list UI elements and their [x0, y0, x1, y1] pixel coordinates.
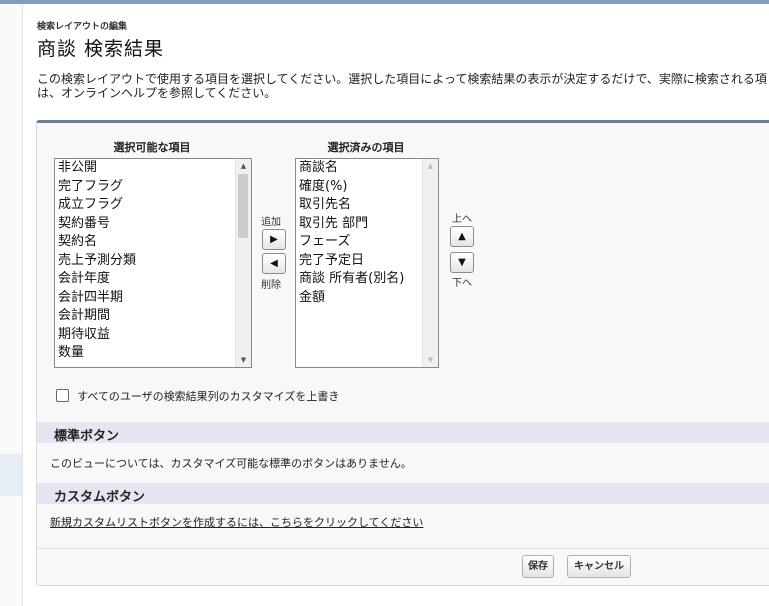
save-button[interactable]: 保存 [522, 555, 554, 578]
cancel-button[interactable]: キャンセル [567, 555, 631, 578]
override-checkbox[interactable] [56, 389, 69, 402]
available-fields-heading: 選択可能な項目 [113, 141, 191, 154]
left-sidebar-highlight [0, 454, 22, 496]
create-custom-button-link[interactable]: 新規カスタムリストボタンを作成するには、こちらをクリックしてください [50, 514, 423, 530]
selected-field-item[interactable]: 取引先 部門 [296, 215, 423, 234]
available-scrollbar[interactable]: ▲ ▼ [235, 159, 251, 367]
selected-field-item[interactable]: 完了予定日 [296, 252, 423, 271]
selected-field-item[interactable]: 商談 所有者(別名) [296, 270, 423, 289]
available-field-item[interactable]: 成立フラグ [55, 196, 236, 215]
selected-field-item[interactable]: 商談名 [296, 159, 423, 178]
move-up-label: 上へ [452, 214, 472, 225]
available-field-item[interactable]: 会計年度 [55, 270, 236, 289]
scroll-thumb[interactable] [238, 174, 248, 238]
page-title: 商談 検索結果 [37, 38, 165, 60]
left-sidebar-strip [0, 4, 23, 606]
selected-field-item[interactable]: 確度(%) [296, 178, 423, 197]
move-down-label: 下へ [452, 278, 472, 289]
available-field-item[interactable]: 完了フラグ [55, 178, 236, 197]
override-checkbox-label: すべてのユーザの検索結果列のカスタマイズを上書き [77, 389, 340, 403]
move-down-button[interactable]: ▼ [450, 252, 474, 273]
standard-buttons-section-header: 標準ボタン [37, 422, 769, 444]
available-field-item[interactable]: 非公開 [55, 159, 236, 178]
standard-buttons-heading: 標準ボタン [54, 429, 120, 444]
move-up-button[interactable]: ▲ [450, 226, 474, 247]
remove-button[interactable]: ◀ [262, 253, 286, 274]
add-button[interactable]: ▶ [262, 229, 286, 250]
arrow-right-icon: ▶ [270, 234, 278, 245]
remove-label: 削除 [261, 280, 281, 291]
selected-fields-heading: 選択済みの項目 [327, 141, 405, 154]
page-description: この検索レイアウトで使用する項目を選択してください。選択した項目によって検索結果… [37, 72, 769, 100]
scroll-down-icon[interactable]: ▼ [236, 353, 251, 367]
arrow-left-icon: ◀ [270, 258, 278, 269]
selected-fields-listbox[interactable]: 商談名 確度(%) 取引先名 取引先 部門 フェーズ 完了予定日 商談 所有者(… [295, 158, 439, 368]
available-field-item[interactable]: 売上予測分類 [55, 252, 236, 271]
top-accent-bar [0, 0, 769, 4]
available-fields-listbox[interactable]: 非公開 完了フラグ 成立フラグ 契約番号 契約名 売上予測分類 会計年度 会計四… [54, 158, 252, 368]
selected-field-item[interactable]: フェーズ [296, 233, 423, 252]
selected-scrollbar[interactable]: ▲ ▼ [422, 159, 438, 367]
custom-buttons-section-header: カスタムボタン [37, 483, 769, 505]
arrow-down-icon: ▼ [458, 257, 466, 268]
override-row: すべてのユーザの検索結果列のカスタマイズを上書き [56, 385, 339, 404]
standard-buttons-text: このビューについては、カスタマイズ可能な標準のボタンはありません。 [50, 457, 412, 470]
page-eyebrow: 検索レイアウトの編集 [37, 22, 128, 32]
selected-field-item[interactable]: 取引先名 [296, 196, 423, 215]
selected-field-item[interactable]: 金額 [296, 289, 423, 308]
custom-buttons-heading: カスタムボタン [54, 490, 146, 505]
available-field-item[interactable]: 期待収益 [55, 326, 236, 345]
available-field-item[interactable]: 会計期間 [55, 307, 236, 326]
arrow-up-icon: ▲ [458, 231, 466, 242]
scroll-up-icon[interactable]: ▲ [423, 159, 438, 173]
available-field-item[interactable]: 数量 [55, 344, 236, 363]
available-field-item[interactable]: 契約番号 [55, 215, 236, 234]
footer-divider [37, 548, 769, 549]
description-line-1: この検索レイアウトで使用する項目を選択してください。選択した項目によって検索結果… [37, 72, 767, 86]
description-line-2: は、オンラインヘルプを参照してください。 [37, 86, 277, 100]
scroll-down-icon[interactable]: ▼ [423, 353, 438, 367]
available-field-item[interactable]: 会計四半期 [55, 289, 236, 308]
add-label: 追加 [261, 217, 281, 228]
scroll-up-icon[interactable]: ▲ [236, 159, 251, 173]
available-field-item[interactable]: 契約名 [55, 233, 236, 252]
